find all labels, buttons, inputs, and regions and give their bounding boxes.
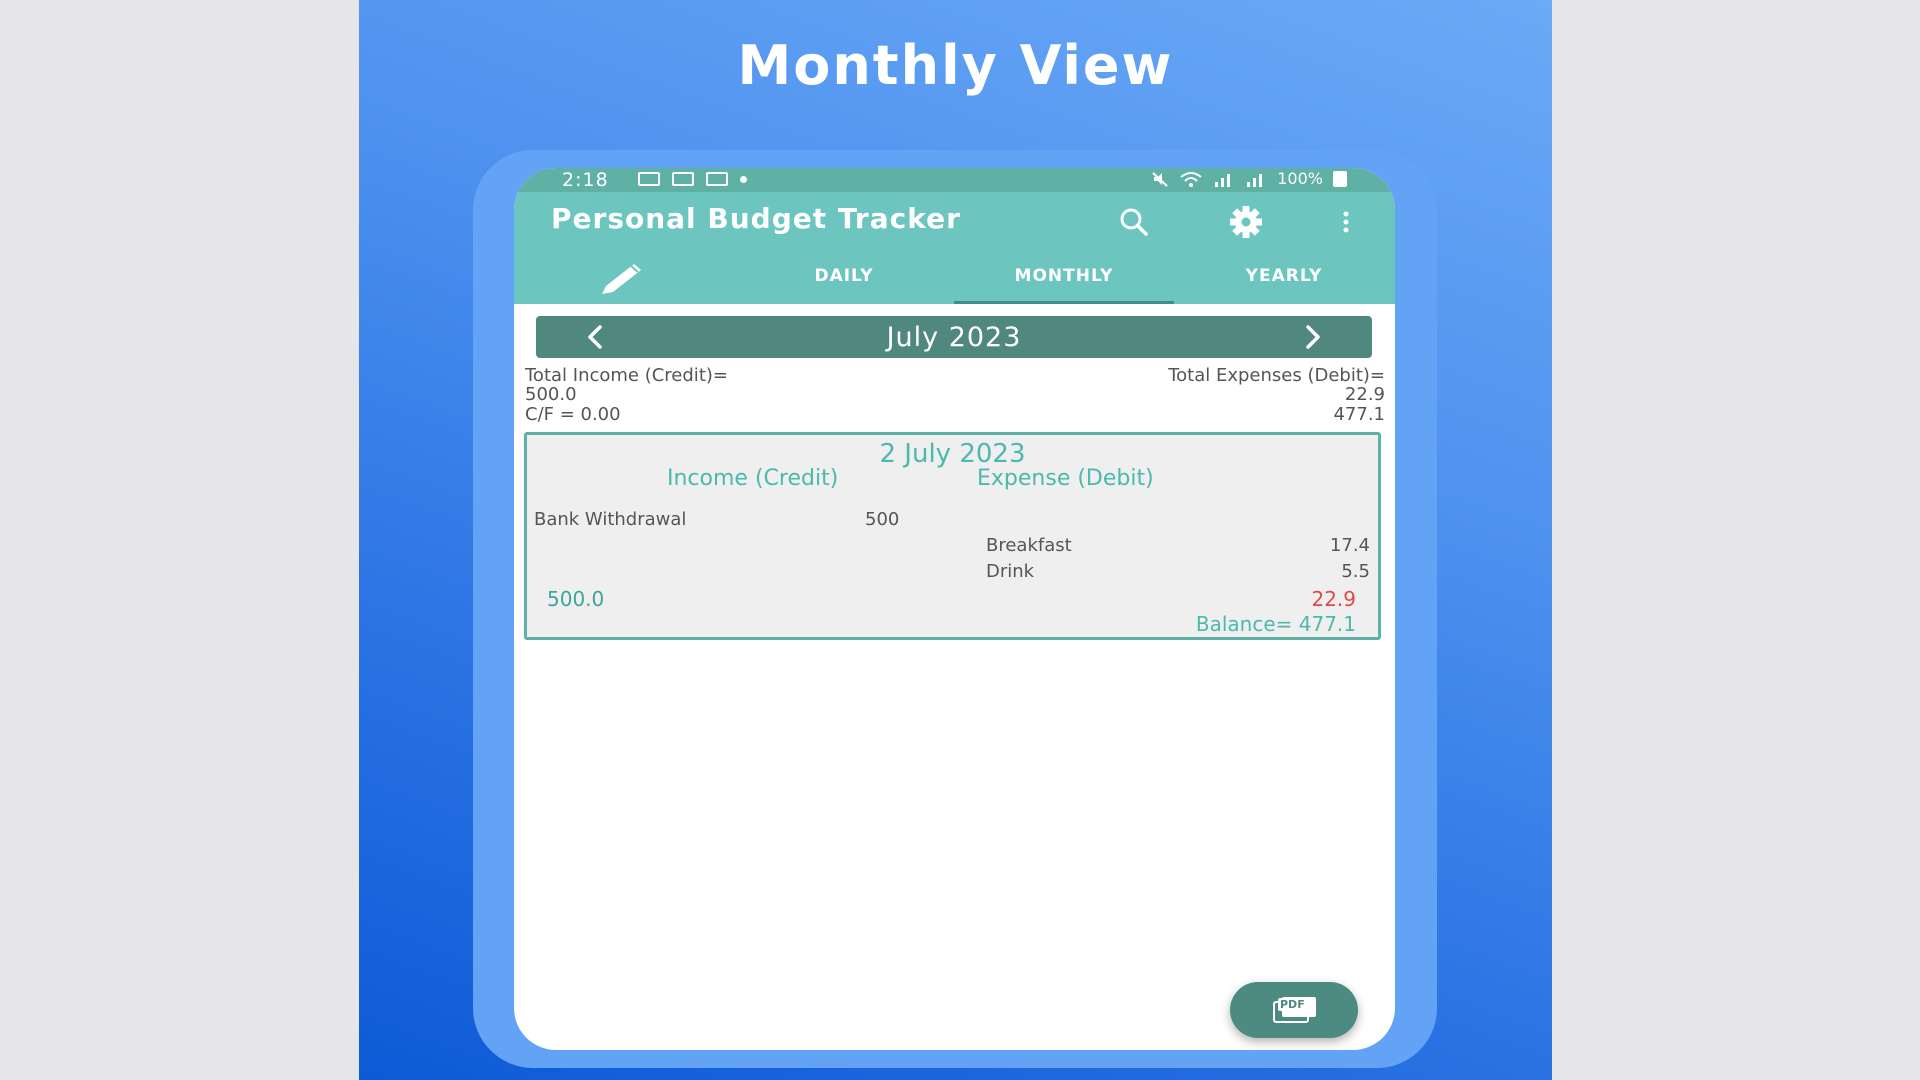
expense-item-name: Breakfast [986, 535, 1072, 556]
poster-title: Monthly View [737, 34, 1174, 97]
next-month-button[interactable] [1292, 319, 1332, 355]
chevron-right-icon [1306, 325, 1320, 349]
tab-monthly[interactable]: MONTHLY [954, 248, 1174, 304]
expense-column-header: Expense (Debit) [977, 466, 1154, 491]
app-bar: Personal Budget Tracker [514, 192, 1395, 248]
pencil-icon [602, 264, 641, 294]
phone-screen: 2:18 100% Personal Budget Tracker DAILY … [514, 168, 1395, 1050]
expense-item-name: Drink [986, 561, 1035, 582]
more-options-icon[interactable] [1336, 204, 1376, 240]
battery-percent: 100% [1277, 169, 1323, 188]
image-notification-icon [638, 172, 660, 186]
total-expenses-value: 22.9 [1344, 384, 1385, 405]
status-time: 2:18 [562, 169, 609, 191]
system-status-icons: 100% [1151, 169, 1347, 188]
income-item-name: Bank Withdrawal [534, 509, 687, 530]
expense-item-amount: 5.5 [1341, 561, 1370, 582]
income-column-header: Income (Credit) [667, 466, 839, 491]
card-notification-icon [672, 172, 694, 186]
carry-forward-value: C/F = 0.00 [525, 404, 621, 425]
more-notifications-dot-icon [740, 176, 747, 183]
total-income-label: Total Income (Credit)= [525, 365, 728, 386]
day-date: 2 July 2023 [879, 439, 1026, 469]
mute-icon [1152, 171, 1168, 187]
current-month-label: July 2023 [886, 322, 1022, 353]
total-expenses-label: Total Expenses (Debit)= [1168, 365, 1385, 386]
income-item-amount: 500 [865, 509, 900, 530]
promo-background: Monthly View 2:18 100% Personal Budget T… [359, 0, 1552, 1080]
export-pdf-button[interactable]: PDF [1230, 982, 1358, 1038]
notification-icons [638, 172, 747, 186]
signal-icon-2 [1247, 173, 1263, 187]
day-balance: Balance= 477.1 [1195, 612, 1356, 636]
battery-icon [1333, 170, 1347, 187]
total-income-value: 500.0 [525, 384, 577, 405]
search-icon[interactable] [1114, 204, 1154, 240]
expense-total: 22.9 [1311, 587, 1356, 611]
app-notification-icon [706, 172, 728, 186]
tab-edit[interactable] [514, 248, 734, 304]
expense-item-amount: 17.4 [1329, 535, 1370, 556]
day-entry-card[interactable]: 2 July 2023 Income (Credit) Expense (Deb… [524, 432, 1381, 640]
month-navigator: July 2023 [536, 316, 1372, 358]
app-title: Personal Budget Tracker [551, 202, 961, 235]
tab-yearly[interactable]: YEARLY [1174, 248, 1394, 304]
income-total: 500.0 [547, 587, 605, 611]
signal-icon [1215, 173, 1231, 187]
monthly-balance-value: 477.1 [1333, 404, 1385, 425]
status-bar: 2:18 100% [514, 168, 1395, 192]
monthly-summary: Total Income (Credit)= 500.0 C/F = 0.00 … [525, 366, 1385, 432]
wifi-icon [1180, 171, 1202, 187]
pdf-label: PDF [1278, 998, 1307, 1011]
gear-icon[interactable] [1226, 204, 1266, 240]
active-tab-indicator [954, 301, 1174, 304]
tab-daily[interactable]: DAILY [734, 248, 954, 304]
tab-bar: DAILY MONTHLY YEARLY [514, 248, 1395, 304]
